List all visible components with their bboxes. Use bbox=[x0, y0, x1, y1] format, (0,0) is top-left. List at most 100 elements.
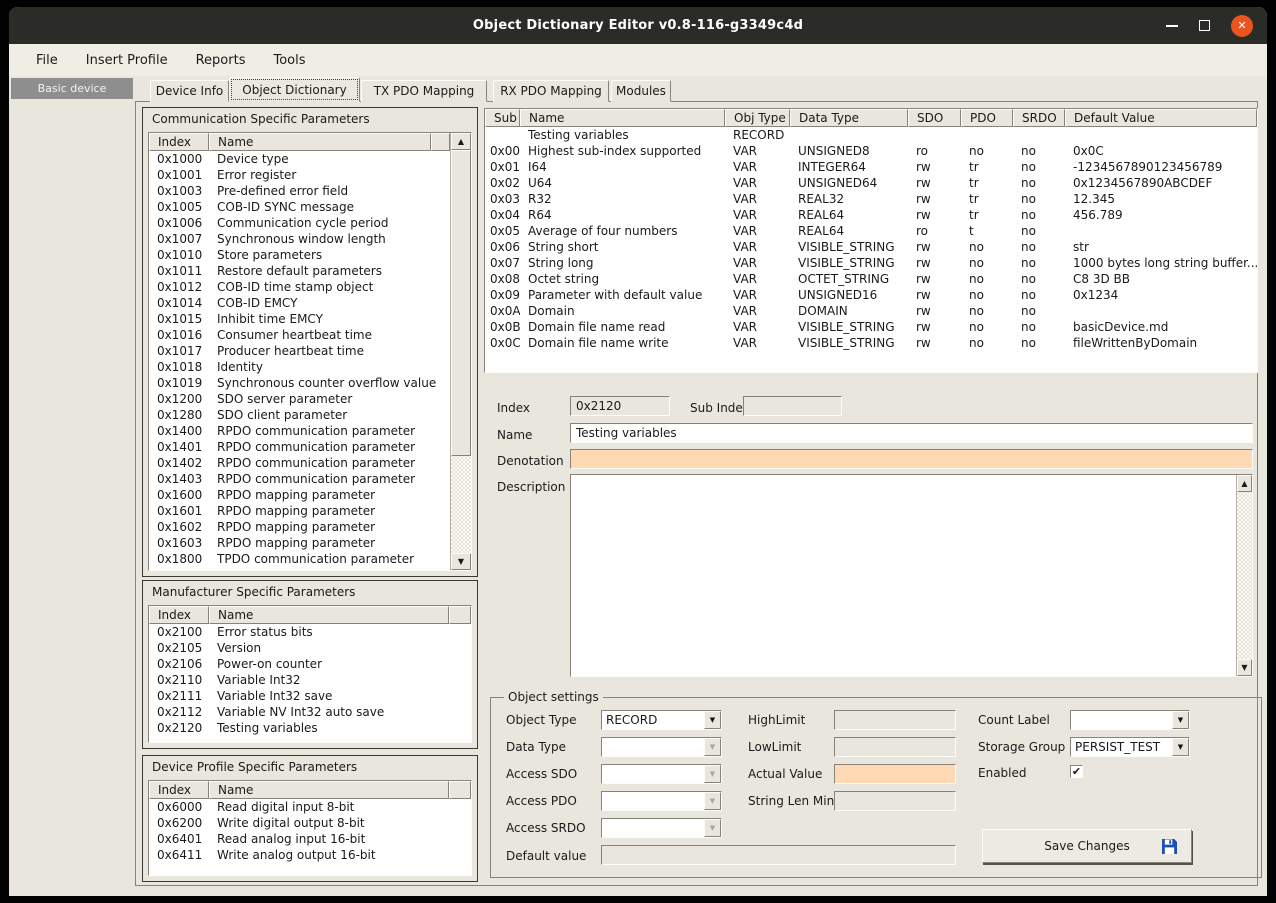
tab-device-info[interactable]: Device Info bbox=[150, 80, 229, 102]
denotation-field[interactable] bbox=[570, 449, 1253, 469]
tab-modules[interactable]: Modules bbox=[611, 80, 671, 102]
table-row[interactable]: 0x2112Variable NV Int32 auto save bbox=[149, 704, 471, 720]
table-row[interactable]: 0x1017Producer heartbeat time bbox=[149, 343, 450, 359]
cell-name: Synchronous counter overflow value bbox=[209, 375, 450, 391]
table-row[interactable]: 0x2106Power-on counter bbox=[149, 656, 471, 672]
cell-sub: 0x07 bbox=[485, 255, 520, 271]
cell-index: 0x1600 bbox=[149, 487, 209, 503]
scrollbar-thumb[interactable] bbox=[451, 150, 471, 456]
menu-tools[interactable]: Tools bbox=[259, 48, 319, 73]
storage-group-combobox[interactable]: PERSIST_TEST ▼ bbox=[1070, 737, 1190, 757]
table-row[interactable]: 0x1003Pre-defined error field bbox=[149, 183, 450, 199]
table-row[interactable]: 0x1019Synchronous counter overflow value bbox=[149, 375, 450, 391]
table-row[interactable]: 0x2105Version bbox=[149, 640, 471, 656]
scroll-up-icon[interactable]: ▲ bbox=[1237, 475, 1252, 492]
table-row[interactable]: 0x1005COB-ID SYNC message bbox=[149, 199, 450, 215]
scroll-down-icon[interactable]: ▼ bbox=[1237, 659, 1252, 676]
tab-rx-pdo-mapping[interactable]: RX PDO Mapping bbox=[493, 80, 609, 102]
table-row[interactable]: 0x1400RPDO communication parameter bbox=[149, 423, 450, 439]
object-type-combobox[interactable]: RECORD ▼ bbox=[601, 710, 722, 730]
description-field[interactable]: ▲ ▼ bbox=[570, 474, 1253, 677]
cell-pdo: no bbox=[961, 287, 1013, 303]
actual-value-field[interactable] bbox=[834, 764, 956, 784]
table-row[interactable]: 0x1011Restore default parameters bbox=[149, 263, 450, 279]
cell-obj-type: VAR bbox=[725, 255, 790, 271]
scroll-down-icon[interactable]: ▼ bbox=[451, 553, 471, 570]
cell-index: 0x1003 bbox=[149, 183, 209, 199]
table-row[interactable]: 0x02U64VARUNSIGNED64rwtrno0x1234567890AB… bbox=[485, 175, 1257, 191]
table-row[interactable]: 0x2120Testing variables bbox=[149, 720, 471, 736]
table-row[interactable]: 0x01I64VARINTEGER64rwtrno-12345678901234… bbox=[485, 159, 1257, 175]
save-changes-button[interactable]: Save Changes bbox=[982, 829, 1192, 863]
close-button[interactable]: ✕ bbox=[1231, 15, 1253, 37]
enabled-label: Enabled bbox=[978, 766, 1027, 780]
table-row[interactable]: 0x1401RPDO communication parameter bbox=[149, 439, 450, 455]
tab-object-dictionary[interactable]: Object Dictionary bbox=[229, 77, 360, 102]
menu-file[interactable]: File bbox=[22, 48, 72, 73]
sidebar-item-basic-device[interactable]: Basic device bbox=[11, 78, 133, 99]
table-row[interactable]: 0x1006Communication cycle period bbox=[149, 215, 450, 231]
table-row[interactable]: 0x1403RPDO communication parameter bbox=[149, 471, 450, 487]
table-row[interactable]: 0x0CDomain file name writeVARVISIBLE_STR… bbox=[485, 335, 1257, 351]
table-row[interactable]: 0x08Octet stringVAROCTET_STRINGrwnonoC8 … bbox=[485, 271, 1257, 287]
cell-sub: 0x03 bbox=[485, 191, 520, 207]
table-row[interactable]: 0x1018Identity bbox=[149, 359, 450, 375]
table-row[interactable]: 0x1000Device type bbox=[149, 151, 450, 167]
table-row[interactable]: 0x2110Variable Int32 bbox=[149, 672, 471, 688]
enabled-checkbox[interactable]: ✔ bbox=[1070, 765, 1083, 778]
chevron-down-icon[interactable]: ▼ bbox=[704, 711, 721, 729]
cell-name: Communication cycle period bbox=[209, 215, 450, 231]
maximize-button[interactable] bbox=[1199, 20, 1210, 31]
menu-reports[interactable]: Reports bbox=[182, 48, 260, 73]
table-row[interactable]: 0x6401Read analog input 16-bit bbox=[149, 831, 471, 847]
table-row[interactable]: 0x6000Read digital input 8-bit bbox=[149, 799, 471, 815]
table-row[interactable]: 0x06String shortVARVISIBLE_STRINGrwnonos… bbox=[485, 239, 1257, 255]
chevron-down-icon[interactable]: ▼ bbox=[1172, 711, 1189, 729]
description-label: Description bbox=[497, 480, 565, 494]
table-row[interactable]: 0x1010Store parameters bbox=[149, 247, 450, 263]
cell-sdo: rw bbox=[908, 239, 961, 255]
table-row[interactable]: 0x1600RPDO mapping parameter bbox=[149, 487, 450, 503]
table-row[interactable]: 0x1200SDO server parameter bbox=[149, 391, 450, 407]
cell-name: COB-ID EMCY bbox=[209, 295, 450, 311]
comm-params-scrollbar[interactable]: ▲ ▼ bbox=[450, 133, 471, 570]
tab-tx-pdo-mapping[interactable]: TX PDO Mapping bbox=[361, 80, 487, 102]
table-row[interactable]: Testing variablesRECORD bbox=[485, 127, 1257, 143]
scroll-up-icon[interactable]: ▲ bbox=[451, 133, 471, 150]
cell-sdo: rw bbox=[908, 319, 961, 335]
table-row[interactable]: 0x05Average of four numbersVARREAL64rotn… bbox=[485, 223, 1257, 239]
table-row[interactable]: 0x1015Inhibit time EMCY bbox=[149, 311, 450, 327]
count-label-combobox[interactable]: ▼ bbox=[1070, 710, 1190, 730]
table-row[interactable]: 0x1007Synchronous window length bbox=[149, 231, 450, 247]
table-row[interactable]: 0x1603RPDO mapping parameter bbox=[149, 535, 450, 551]
table-row[interactable]: 0x2100Error status bits bbox=[149, 624, 471, 640]
chevron-down-icon[interactable]: ▼ bbox=[1172, 738, 1189, 756]
table-row[interactable]: 0x1280SDO client parameter bbox=[149, 407, 450, 423]
table-row[interactable]: 0x1602RPDO mapping parameter bbox=[149, 519, 450, 535]
table-row[interactable]: 0x00Highest sub-index supportedVARUNSIGN… bbox=[485, 143, 1257, 159]
description-scrollbar[interactable]: ▲ ▼ bbox=[1236, 475, 1252, 676]
table-row[interactable]: 0x1001Error register bbox=[149, 167, 450, 183]
menu-insert-profile[interactable]: Insert Profile bbox=[72, 48, 182, 73]
table-row[interactable]: 0x6411Write analog output 16-bit bbox=[149, 847, 471, 863]
table-row[interactable]: 0x1601RPDO mapping parameter bbox=[149, 503, 450, 519]
table-row[interactable]: 0x0BDomain file name readVARVISIBLE_STRI… bbox=[485, 319, 1257, 335]
table-row[interactable]: 0x07String longVARVISIBLE_STRINGrwnono10… bbox=[485, 255, 1257, 271]
table-row[interactable]: 0x03R32VARREAL32rwtrno12.345 bbox=[485, 191, 1257, 207]
cell-name: COB-ID SYNC message bbox=[209, 199, 450, 215]
table-row[interactable]: 0x1012COB-ID time stamp object bbox=[149, 279, 450, 295]
table-row[interactable]: 0x2111Variable Int32 save bbox=[149, 688, 471, 704]
cell-default-value bbox=[1065, 127, 1257, 143]
table-row[interactable]: 0x04R64VARREAL64rwtrno456.789 bbox=[485, 207, 1257, 223]
table-row[interactable]: 0x1016Consumer heartbeat time bbox=[149, 327, 450, 343]
table-row[interactable]: 0x1800TPDO communication parameter bbox=[149, 551, 450, 567]
minimize-button[interactable] bbox=[1166, 25, 1178, 27]
name-field[interactable]: Testing variables bbox=[570, 423, 1253, 443]
table-row[interactable]: 0x0ADomainVARDOMAINrwnono bbox=[485, 303, 1257, 319]
table-row[interactable]: 0x1402RPDO communication parameter bbox=[149, 455, 450, 471]
cell-sdo: rw bbox=[908, 255, 961, 271]
table-row[interactable]: 0x09Parameter with default valueVARUNSIG… bbox=[485, 287, 1257, 303]
table-row[interactable]: 0x1014COB-ID EMCY bbox=[149, 295, 450, 311]
table-row[interactable]: 0x6200Write digital output 8-bit bbox=[149, 815, 471, 831]
cell-srdo: no bbox=[1013, 255, 1065, 271]
